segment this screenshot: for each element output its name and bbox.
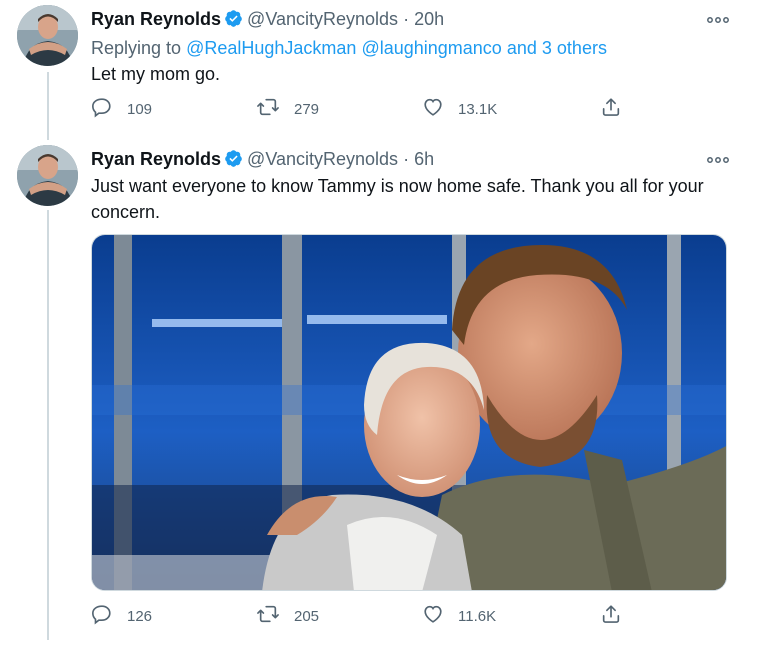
reply-icon bbox=[91, 603, 113, 629]
display-name[interactable]: Ryan Reynolds bbox=[91, 9, 221, 29]
heart-icon bbox=[422, 603, 444, 629]
retweet-button[interactable]: 279 bbox=[256, 97, 319, 121]
retweet-icon bbox=[256, 96, 280, 122]
others-link[interactable]: 3 others bbox=[542, 38, 607, 58]
like-count: 11.6K bbox=[458, 607, 497, 625]
avatar[interactable] bbox=[17, 145, 78, 206]
like-button[interactable]: 11.6K bbox=[422, 604, 496, 628]
share-icon bbox=[600, 603, 622, 629]
verified-badge-icon bbox=[224, 149, 243, 173]
tweet-text: Let my mom go. bbox=[91, 64, 221, 84]
timestamp[interactable]: 20h bbox=[414, 9, 444, 29]
separator-dot: · bbox=[403, 149, 410, 169]
retweet-icon bbox=[256, 603, 280, 629]
tweet[interactable]: Ryan Reynolds @VancityReynolds · 20h Repl… bbox=[0, 0, 777, 140]
share-button[interactable] bbox=[600, 604, 622, 628]
retweet-count: 205 bbox=[294, 607, 320, 625]
replying-to: Replying to @RealHughJackman @laughingma… bbox=[91, 37, 607, 59]
reply-count: 126 bbox=[127, 607, 153, 625]
user-handle[interactable]: @VancityReynolds bbox=[247, 9, 398, 29]
more-options-icon[interactable] bbox=[707, 10, 729, 28]
reply-icon bbox=[91, 96, 113, 122]
share-button[interactable] bbox=[600, 97, 622, 121]
replying-prefix: Replying to bbox=[91, 38, 182, 58]
action-bar: 126 205 11.6K bbox=[91, 604, 631, 628]
tweet-photo[interactable] bbox=[91, 234, 727, 591]
timestamp[interactable]: 6h bbox=[414, 149, 434, 169]
retweet-count: 279 bbox=[294, 100, 320, 118]
mention-link[interactable]: @RealHughJackman bbox=[186, 38, 356, 58]
reply-count: 109 bbox=[127, 100, 153, 118]
tweet-text: Just want everyone to know Tammy is now … bbox=[91, 176, 704, 222]
tweet-header: Ryan Reynolds @VancityReynolds · 6h bbox=[91, 148, 434, 173]
like-count: 13.1K bbox=[458, 100, 498, 118]
reply-button[interactable]: 126 bbox=[91, 604, 152, 628]
more-options-icon[interactable] bbox=[707, 150, 729, 168]
display-name[interactable]: Ryan Reynolds bbox=[91, 149, 221, 169]
tweet-header: Ryan Reynolds @VancityReynolds · 20h bbox=[91, 8, 444, 33]
separator-dot: · bbox=[403, 9, 410, 29]
action-bar: 109 279 13.1K bbox=[91, 97, 631, 121]
mention-link[interactable]: @laughingmanco bbox=[361, 38, 501, 58]
avatar[interactable] bbox=[17, 5, 78, 66]
reply-button[interactable]: 109 bbox=[91, 97, 152, 121]
heart-icon bbox=[422, 96, 444, 122]
retweet-button[interactable]: 205 bbox=[256, 604, 319, 628]
tweet[interactable]: Ryan Reynolds @VancityReynolds · 6h Just … bbox=[0, 140, 777, 650]
verified-badge-icon bbox=[224, 9, 243, 33]
user-handle[interactable]: @VancityReynolds bbox=[247, 149, 398, 169]
share-icon bbox=[600, 96, 622, 122]
like-button[interactable]: 13.1K bbox=[422, 97, 497, 121]
replying-connector: and bbox=[506, 38, 537, 58]
